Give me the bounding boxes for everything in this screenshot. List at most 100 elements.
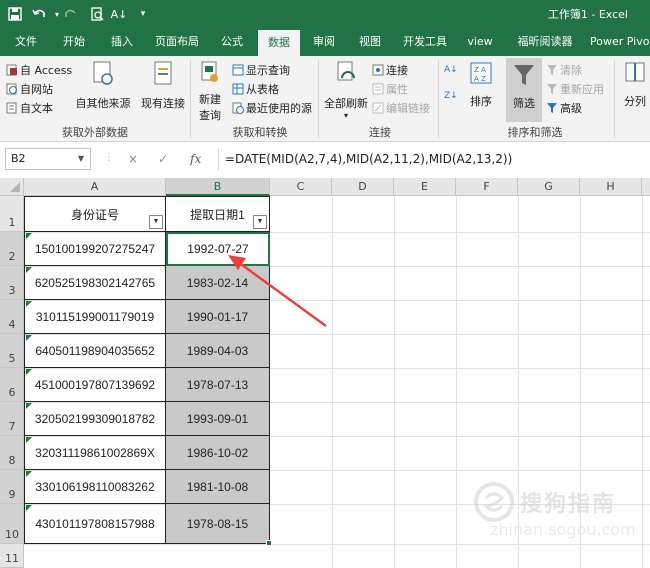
recent-sources-button[interactable]: 最近使用的源 — [232, 100, 312, 116]
text-to-columns-label: 分列 — [624, 95, 646, 108]
from-web-button[interactable]: 自网站 — [6, 81, 53, 97]
cancel-icon[interactable]: × — [128, 152, 138, 166]
from-web-label: 自网站 — [20, 83, 53, 96]
sort-label: 排序 — [470, 95, 492, 108]
customize-icon[interactable]: ▾ — [134, 5, 152, 23]
new-query-label: 新建 — [199, 93, 221, 106]
text-file-icon — [6, 102, 18, 114]
sogou-logo-icon — [474, 482, 514, 522]
formula-input[interactable]: =DATE(MID(A2,7,4),MID(A2,11,2),MID(A2,13… — [218, 148, 648, 170]
from-table-label: 从表格 — [246, 83, 279, 96]
ribbon-separator — [614, 60, 615, 138]
properties-button[interactable]: 属性 — [372, 81, 408, 97]
tab-insert[interactable]: 插入 — [104, 28, 140, 56]
existing-connections-label: 现有连接 — [141, 97, 185, 110]
clear-filter-button[interactable]: 清除 — [546, 62, 582, 78]
refresh-all-label: 全部刷新 — [324, 97, 368, 110]
title-bar: ▾ A↓ ▾ 工作簿1 - Excel — [0, 0, 650, 28]
sort-dialog-icon: Z AA Z — [469, 60, 493, 89]
filter-button[interactable]: 筛选 — [506, 58, 542, 122]
properties-icon — [372, 83, 384, 95]
advanced-filter-button[interactable]: 高级 — [546, 100, 582, 116]
from-text-button[interactable]: 自文本 — [6, 100, 53, 116]
tab-data[interactable]: 数据 — [258, 30, 300, 56]
from-table-button[interactable]: 从表格 — [232, 81, 279, 97]
refresh-all-button[interactable]: 全部刷新 ▾ — [322, 60, 370, 122]
tab-page-layout[interactable]: 页面布局 — [150, 28, 204, 56]
edit-links-button[interactable]: 编辑链接 — [372, 100, 430, 116]
excel-window: ▾ A↓ ▾ 工作簿1 - Excel 文件 开始 插入 页面布局 公式 数据 … — [0, 0, 650, 568]
show-queries-icon — [232, 64, 244, 76]
new-query-label-2: 查询 — [199, 109, 221, 122]
name-box[interactable]: B2 ▼ — [5, 148, 91, 170]
name-box-dropdown-icon[interactable]: ▼ — [78, 149, 84, 169]
sort-icon[interactable]: A↓ — [110, 5, 128, 23]
text-to-columns-icon — [623, 60, 647, 89]
access-icon — [6, 64, 18, 76]
properties-label: 属性 — [386, 83, 408, 96]
ribbon-separator — [190, 60, 191, 138]
show-queries-button[interactable]: 显示查询 — [232, 62, 290, 78]
watermark-logo: 搜狗指南 zhinan.sogou.com — [472, 476, 650, 556]
watermark-text-en: zhinan.sogou.com — [490, 520, 636, 539]
ribbon-separator — [438, 60, 439, 138]
filter-label: 筛选 — [513, 97, 535, 110]
redo-icon[interactable] — [62, 5, 80, 23]
tab-formulas[interactable]: 公式 — [214, 28, 250, 56]
more-options-icon: ⋮ — [104, 152, 114, 163]
new-query-button[interactable]: 新建 查询 — [194, 60, 226, 122]
existing-connections-button[interactable]: 现有连接 — [140, 60, 186, 122]
refresh-icon — [333, 60, 359, 91]
recent-sources-icon — [232, 102, 244, 114]
save-icon[interactable] — [6, 5, 24, 23]
text-to-columns-button[interactable]: 分列 — [620, 60, 650, 122]
connections-icon — [372, 64, 384, 76]
group-label-get-external: 获取外部数据 — [62, 126, 128, 139]
reapply-filter-button[interactable]: 重新应用 — [546, 81, 604, 97]
recent-sources-label: 最近使用的源 — [246, 102, 312, 115]
undo-icon[interactable] — [30, 5, 48, 23]
group-label-connections: 连接 — [369, 126, 391, 139]
advanced-filter-icon — [546, 102, 558, 114]
group-label-sort-filter: 排序和筛选 — [507, 126, 563, 139]
enter-icon[interactable]: ✓ — [158, 152, 168, 166]
sort-ascending-icon: A↓ — [444, 65, 458, 75]
print-preview-icon[interactable] — [88, 5, 106, 23]
tab-view-extra[interactable]: view — [462, 28, 498, 56]
svg-text:A Z: A Z — [474, 75, 486, 83]
group-label-get-transform: 获取和转换 — [232, 126, 288, 139]
edit-links-label: 编辑链接 — [386, 102, 430, 115]
advanced-filter-label: 高级 — [560, 102, 582, 115]
from-other-sources-button[interactable]: 自其他来源 — [76, 60, 131, 122]
reapply-filter-icon — [546, 83, 558, 95]
sort-ascending-button[interactable]: A↓ Z↓ — [444, 64, 458, 102]
from-access-button[interactable]: 自 Access — [6, 62, 72, 78]
filter-icon — [512, 62, 536, 91]
web-icon — [6, 83, 18, 95]
watermark-text-cn: 搜狗指南 — [520, 492, 617, 517]
formula-bar: B2 ▼ ⋮ × ✓ fx =DATE(MID(A2,7,4),MID(A2,1… — [0, 144, 650, 176]
clear-filter-icon — [546, 64, 558, 76]
name-box-value: B2 — [11, 152, 26, 165]
other-sources-icon — [90, 60, 116, 91]
from-other-sources-label: 自其他来源 — [75, 97, 131, 110]
table-icon — [232, 83, 244, 95]
existing-connections-icon — [150, 60, 176, 91]
tab-review[interactable]: 审阅 — [306, 28, 342, 56]
tab-power-pivot[interactable]: Power Pivot — [590, 28, 650, 56]
connections-button[interactable]: 连接 — [372, 62, 408, 78]
tab-foxit-reader[interactable]: 福昕阅读器 — [510, 28, 580, 56]
tab-file[interactable]: 文件 — [8, 28, 44, 56]
from-text-label: 自文本 — [20, 102, 53, 115]
sort-descending-icon: Z↓ — [444, 91, 458, 101]
tab-developer[interactable]: 开发工具 — [398, 28, 452, 56]
ribbon-separator — [318, 60, 319, 138]
tab-view[interactable]: 视图 — [352, 28, 388, 56]
insert-function-icon[interactable]: fx — [190, 152, 201, 166]
refresh-dropdown-icon: ▾ — [343, 111, 348, 120]
clear-filter-label: 清除 — [560, 64, 582, 77]
tab-home[interactable]: 开始 — [56, 28, 92, 56]
sort-button[interactable]: Z AA Z 排序 — [466, 60, 496, 122]
svg-text:Z A: Z A — [474, 66, 486, 74]
ribbon-data: 自 Access 自网站 自文本 自其他来源 现有连接 获取外部数据 新建 查询 — [0, 56, 650, 142]
